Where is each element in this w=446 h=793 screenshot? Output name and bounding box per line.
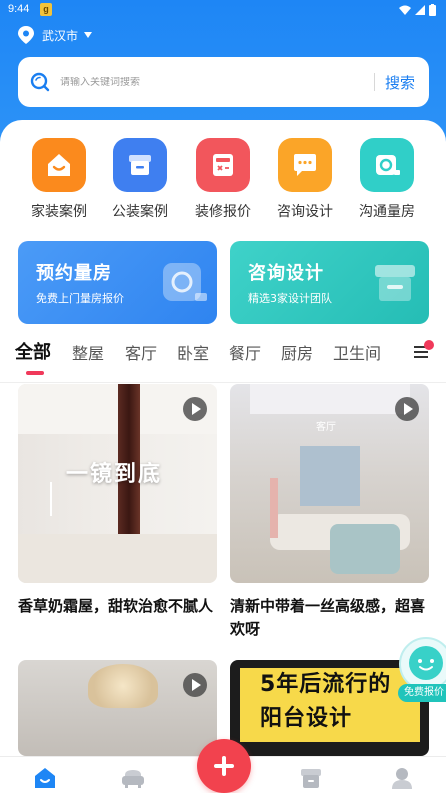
card-image: 一镜到底 (18, 384, 217, 583)
signal-icon (415, 5, 425, 15)
category-grid: 家装案例 公装案例 装修报价 咨询设计 沟通量房 (0, 138, 446, 224)
feed-card[interactable] (18, 660, 217, 756)
city-name: 武汉市 (42, 28, 79, 43)
active-tab-indicator (26, 371, 44, 375)
category-design-consult[interactable]: 咨询设计 (269, 138, 341, 221)
store-icon (375, 265, 415, 301)
tab-all[interactable]: 全部 (15, 338, 51, 364)
card-overlay-text: 客厅 (316, 422, 336, 433)
play-icon (395, 397, 419, 421)
banner-design-consult[interactable]: 咨询设计 精选3家设计团队 (230, 241, 429, 324)
banner-title: 咨询设计 (248, 263, 324, 284)
card-title: 清新中带着一丝高级感，超喜欢呀 (230, 597, 426, 638)
card-image (18, 660, 217, 756)
wifi-icon (399, 5, 411, 15)
card-title: 香草奶霜屋，甜软治愈不腻人 (18, 597, 214, 615)
notification-icon: g (40, 3, 52, 16)
tab-living-room[interactable]: 客厅 (125, 340, 157, 364)
card-image: 客厅 (230, 384, 429, 583)
home-icon[interactable] (32, 765, 58, 791)
banner-subtitle: 精选3家设计团队 (248, 292, 332, 305)
tape-measure-icon (163, 263, 207, 301)
add-icon (214, 756, 234, 776)
battery-icon (429, 4, 436, 16)
category-label: 咨询设计 (277, 204, 333, 220)
card-overlay-text: 5年后流行的 阳台设计 (240, 668, 420, 742)
store-icon (113, 138, 167, 192)
category-home-cases[interactable]: 家装案例 (23, 138, 95, 221)
status-time: 9:44 (8, 3, 30, 15)
tab-kitchen[interactable]: 厨房 (281, 340, 313, 364)
shop-icon[interactable] (298, 765, 324, 791)
card-overlay-text: 一镜到底 (66, 462, 163, 487)
banner-title: 预约量房 (36, 263, 112, 284)
search-input[interactable] (60, 76, 374, 88)
search-button[interactable]: 搜索 (375, 72, 429, 93)
free-quote-float-button[interactable]: 免费报价 (398, 636, 446, 702)
category-label: 装修报价 (195, 204, 251, 220)
customer-service-icon (399, 637, 446, 690)
tab-dining-room[interactable]: 餐厅 (229, 340, 261, 364)
profile-icon[interactable] (389, 765, 415, 791)
play-icon (183, 673, 207, 697)
category-measure[interactable]: 沟通量房 (351, 138, 423, 221)
chevron-down-icon (84, 32, 93, 38)
category-label: 沟通量房 (359, 204, 415, 220)
status-bar: 9:44 g (0, 0, 446, 20)
tab-bathroom[interactable]: 卫生间 (333, 340, 381, 364)
free-quote-label: 免费报价 (398, 684, 446, 702)
tape-measure-icon (360, 138, 414, 192)
location-selector[interactable]: 武汉市 (16, 24, 93, 46)
banner-book-measure[interactable]: 预约量房 免费上门量房报价 (18, 241, 217, 324)
category-renovation-quote[interactable]: 装修报价 (187, 138, 259, 221)
chat-icon (278, 138, 332, 192)
feed-card[interactable]: 客厅 清新中带着一丝高级感，超喜欢呀 (230, 384, 429, 641)
banner-subtitle: 免费上门量房报价 (36, 292, 124, 305)
category-label: 家装案例 (31, 204, 87, 220)
feed-card[interactable]: 一镜到底 香草奶霜屋，甜软治愈不腻人 (18, 384, 217, 618)
tab-bedroom[interactable]: 卧室 (177, 340, 209, 364)
category-label: 公装案例 (112, 204, 168, 220)
sofa-icon[interactable] (120, 765, 146, 791)
calculator-icon (196, 138, 250, 192)
add-button[interactable] (197, 739, 251, 793)
house-icon (32, 138, 86, 192)
location-pin-icon (18, 26, 34, 44)
search-bar[interactable]: 搜索 (18, 57, 429, 107)
play-icon (183, 397, 207, 421)
tabs-divider (0, 382, 446, 383)
notification-dot (424, 340, 434, 350)
category-tabs: 全部 整屋 客厅 卧室 餐厅 厨房 卫生间 (0, 334, 446, 378)
category-commercial-cases[interactable]: 公装案例 (104, 138, 176, 221)
system-icons (399, 4, 436, 16)
search-icon (30, 72, 50, 92)
tab-whole-house[interactable]: 整屋 (72, 340, 104, 364)
